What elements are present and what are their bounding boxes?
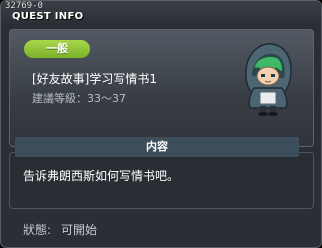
status-label: 狀態: xyxy=(23,223,52,237)
status-value: 可開始 xyxy=(61,223,98,237)
quest-summary-panel: 一般 [好友故事]学习写情书1 建議等級：33～37 xyxy=(9,29,314,147)
quest-status: 狀態: 可開始 xyxy=(23,221,97,238)
quest-info-window: 32769-0 QUEST INFO 一般 [好友故事]学习写情书1 建議等級：… xyxy=(0,0,322,248)
window-title: QUEST INFO xyxy=(12,11,84,22)
level-requirement: 建議等級：33～37 xyxy=(32,92,126,105)
quest-type-badge: 一般 xyxy=(24,40,90,58)
npc-portrait-icon xyxy=(245,43,292,116)
quest-id: 32769-0 xyxy=(5,1,43,11)
content-header: 内容 xyxy=(15,137,299,157)
quest-name: [好友故事]学习写情书1 xyxy=(32,72,157,86)
content-text: 告诉弗朗西斯如何写情书吧。 xyxy=(23,169,180,183)
